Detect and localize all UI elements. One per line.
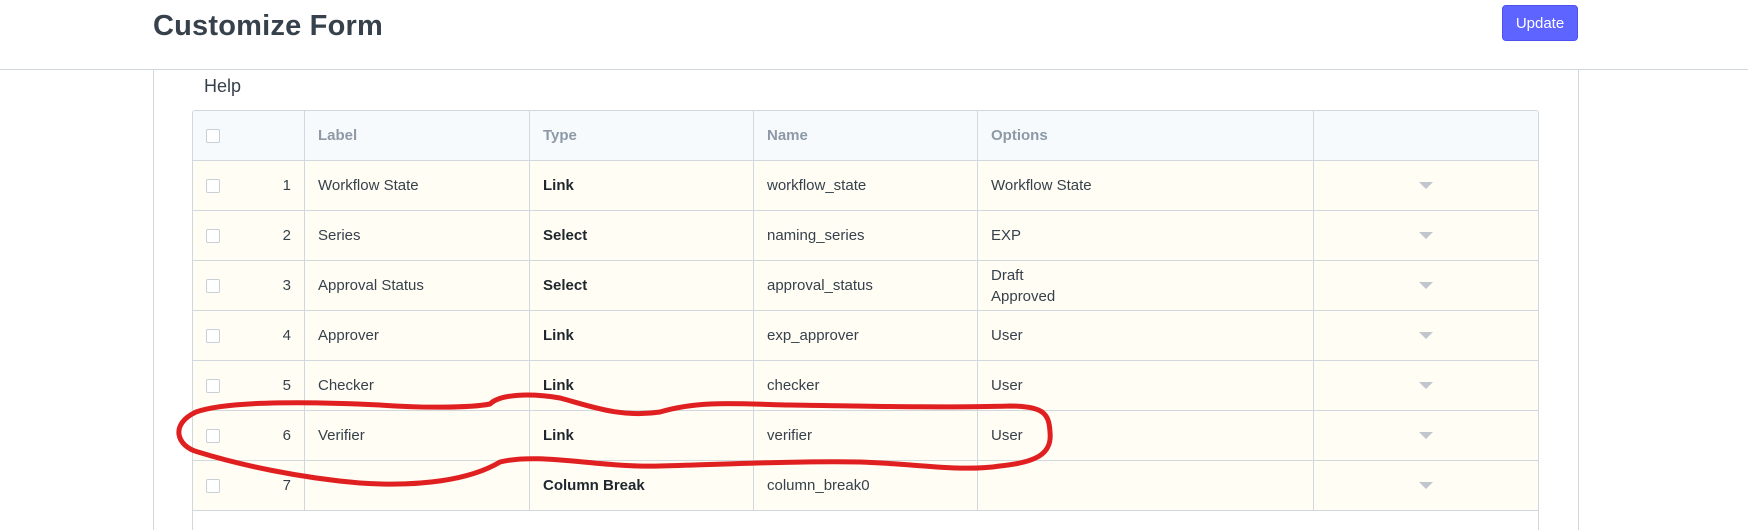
row-checkbox[interactable] [206,378,220,393]
option-value: Approved [991,287,1056,305]
row-edit-cell[interactable] [1314,161,1538,210]
option-value: User [991,427,1023,444]
row-select-cell: 3 [193,261,305,310]
section-label-help: Help [204,76,242,96]
row-select-cell: 4 [193,311,305,360]
caret-down-icon[interactable] [1419,482,1433,489]
table-row[interactable]: 4 Approver Link exp_approver User [193,311,1538,361]
option-value: EXP [991,227,1022,244]
column-header-label: Label [305,111,530,160]
table-row[interactable]: 3 Approval Status Select approval_status Dra… [193,261,1538,311]
cell-name[interactable]: verifier [754,411,978,460]
page-header: Customize Form Update [0,0,1748,70]
table-row[interactable]: 2 Series Select naming_series EXP [193,211,1538,261]
cell-type[interactable]: Link [530,161,754,210]
fields-grid: Label Type Name Options 1 Workflow State L… [192,110,1539,530]
row-checkbox[interactable] [206,278,220,293]
cell-label[interactable] [305,461,530,510]
cell-options[interactable]: Draft Approved [978,261,1314,310]
row-index: 2 [282,226,291,244]
cell-options[interactable]: User [978,411,1314,460]
row-checkbox[interactable] [206,328,220,343]
option-value: User [991,327,1023,344]
cell-options[interactable]: User [978,311,1314,360]
row-edit-cell[interactable] [1314,461,1538,510]
table-row[interactable]: 7 Column Break column_break0 [193,461,1538,511]
cell-label[interactable]: Workflow State [305,161,530,210]
cell-name[interactable]: naming_series [754,211,978,260]
row-index: 5 [282,376,291,394]
row-select-cell: 2 [193,211,305,260]
row-checkbox[interactable] [206,228,220,243]
cell-options[interactable]: EXP [978,211,1314,260]
select-all-checkbox[interactable] [206,128,220,143]
row-edit-cell[interactable] [1314,261,1538,310]
row-select-cell: 6 [193,411,305,460]
row-edit-cell[interactable] [1314,311,1538,360]
row-index: 1 [282,176,291,194]
column-header-edit [1314,111,1538,160]
cell-type[interactable]: Link [530,411,754,460]
caret-down-icon[interactable] [1419,382,1433,389]
grid-header-row: Label Type Name Options [193,111,1538,161]
cell-type[interactable]: Link [530,311,754,360]
caret-down-icon[interactable] [1419,332,1433,339]
row-edit-cell[interactable] [1314,211,1538,260]
cell-name[interactable]: column_break0 [754,461,978,510]
cell-label[interactable]: Approval Status [305,261,530,310]
cell-label[interactable]: Verifier [305,411,530,460]
table-row[interactable]: 6 Verifier Link verifier User [193,411,1538,461]
caret-down-icon[interactable] [1419,282,1433,289]
cell-type[interactable]: Select [530,211,754,260]
row-checkbox[interactable] [206,178,220,193]
option-value: Workflow State [991,177,1092,194]
row-select-cell: 1 [193,161,305,210]
row-select-cell: 7 [193,461,305,510]
cell-label[interactable]: Checker [305,361,530,410]
option-value: Draft [991,266,1024,284]
caret-down-icon[interactable] [1419,432,1433,439]
row-index: 7 [282,476,291,494]
column-header-name: Name [754,111,978,160]
cell-label[interactable]: Approver [305,311,530,360]
caret-down-icon[interactable] [1419,182,1433,189]
table-row[interactable]: 5 Checker Link checker User [193,361,1538,411]
row-select-cell: 5 [193,361,305,410]
grid-body: 1 Workflow State Link workflow_state Workflo… [193,161,1538,511]
cell-type[interactable]: Link [530,361,754,410]
cell-options[interactable]: Workflow State [978,161,1314,210]
option-value: User [991,377,1023,394]
cell-type[interactable]: Select [530,261,754,310]
row-edit-cell[interactable] [1314,411,1538,460]
page-title: Customize Form [153,10,383,42]
cell-name[interactable]: exp_approver [754,311,978,360]
cell-label[interactable]: Series [305,211,530,260]
caret-down-icon[interactable] [1419,232,1433,239]
cell-type[interactable]: Column Break [530,461,754,510]
cell-options[interactable] [978,461,1314,510]
row-index: 3 [282,276,291,294]
row-edit-cell[interactable] [1314,361,1538,410]
row-checkbox[interactable] [206,428,220,443]
row-index: 6 [282,426,291,444]
column-header-options: Options [978,111,1314,160]
table-row[interactable]: 1 Workflow State Link workflow_state Workflo… [193,161,1538,211]
row-checkbox[interactable] [206,478,220,493]
cell-name[interactable]: workflow_state [754,161,978,210]
update-button[interactable]: Update [1502,5,1578,41]
row-index: 4 [282,326,291,344]
column-header-type: Type [530,111,754,160]
cell-name[interactable]: checker [754,361,978,410]
grid-header-select [193,111,305,160]
cell-options[interactable]: User [978,361,1314,410]
cell-name[interactable]: approval_status [754,261,978,310]
